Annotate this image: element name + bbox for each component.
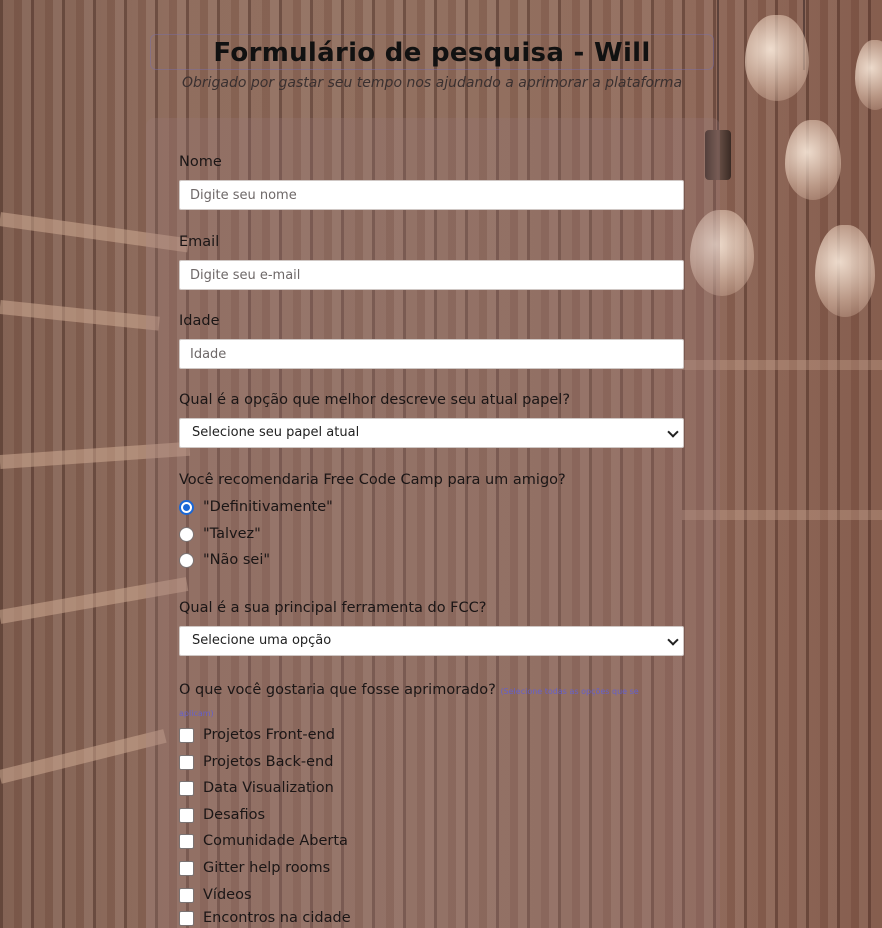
improve-label: O que você gostaria que fosse aprimorado… xyxy=(179,682,496,698)
chevron-down-icon xyxy=(667,634,679,646)
radio-button[interactable] xyxy=(179,526,194,542)
checkbox[interactable] xyxy=(179,780,194,796)
recommend-option-dont-know[interactable]: "Não sei" xyxy=(179,550,270,570)
improve-option-challenges[interactable]: Desafios xyxy=(179,805,265,825)
improve-option-videos[interactable]: Vídeos xyxy=(179,885,252,905)
tool-select[interactable]: Selecione uma opção xyxy=(179,626,684,656)
checkbox[interactable] xyxy=(179,887,194,903)
improve-option-label: Gitter help rooms xyxy=(203,860,331,876)
role-label: Qual é a opção que melhor descreve seu a… xyxy=(179,392,571,408)
improve-option-label: Desafios xyxy=(203,807,266,823)
radio-button[interactable] xyxy=(179,552,194,568)
page-title: Formulário de pesquisa - Will xyxy=(213,38,651,68)
improve-option-community[interactable]: Comunidade Aberta xyxy=(179,831,348,851)
name-label: Nome xyxy=(179,154,222,170)
recommend-option-label: "Definitivamente" xyxy=(203,499,333,515)
name-input[interactable] xyxy=(179,180,684,210)
radio-button[interactable] xyxy=(179,499,194,515)
chevron-down-icon xyxy=(667,426,679,438)
age-label: Idade xyxy=(179,313,220,329)
improve-option-frontend[interactable]: Projetos Front-end xyxy=(179,725,335,745)
role-select[interactable]: Selecione seu papel atual xyxy=(179,418,684,448)
checkbox[interactable] xyxy=(179,727,194,743)
tool-label: Qual é a sua principal ferramenta do FCC… xyxy=(179,600,487,616)
recommend-option-definitely[interactable]: "Definitivamente" xyxy=(179,497,333,517)
page-subtitle: Obrigado por gastar seu tempo nos ajudan… xyxy=(181,75,683,91)
improve-option-label: Projetos Back-end xyxy=(203,754,334,770)
email-input[interactable] xyxy=(179,260,684,290)
improve-label-block: O que você gostaria que fosse aprimorado… xyxy=(179,680,669,724)
recommend-option-maybe[interactable]: "Talvez" xyxy=(179,524,261,544)
email-label: Email xyxy=(179,234,220,250)
improve-option-backend[interactable]: Projetos Back-end xyxy=(179,752,333,772)
title-box: Formulário de pesquisa - Will xyxy=(150,34,714,70)
checkbox[interactable] xyxy=(179,860,194,876)
improve-option-label: Data Visualization xyxy=(203,780,334,796)
improve-option-dataviz[interactable]: Data Visualization xyxy=(179,778,334,798)
improve-option-label: Vídeos xyxy=(203,887,252,903)
checkbox[interactable] xyxy=(179,833,194,849)
improve-option-label: Projetos Front-end xyxy=(203,727,335,743)
recommend-option-label: "Talvez" xyxy=(203,526,261,542)
tool-select-value: Selecione uma opção xyxy=(192,633,332,648)
improve-option-gitter[interactable]: Gitter help rooms xyxy=(179,858,330,878)
recommend-label: Você recomendaria Free Code Camp para um… xyxy=(179,472,566,488)
role-select-value: Selecione seu papel atual xyxy=(192,425,360,440)
improve-option-label: Encontros na cidade xyxy=(203,910,351,926)
age-input[interactable] xyxy=(179,339,684,369)
improve-option-label: Comunidade Aberta xyxy=(203,833,348,849)
checkbox[interactable] xyxy=(179,910,194,926)
recommend-option-label: "Não sei" xyxy=(203,552,271,568)
improve-option-meetups[interactable]: Encontros na cidade xyxy=(179,908,351,928)
checkbox[interactable] xyxy=(179,754,194,770)
checkbox[interactable] xyxy=(179,807,194,823)
